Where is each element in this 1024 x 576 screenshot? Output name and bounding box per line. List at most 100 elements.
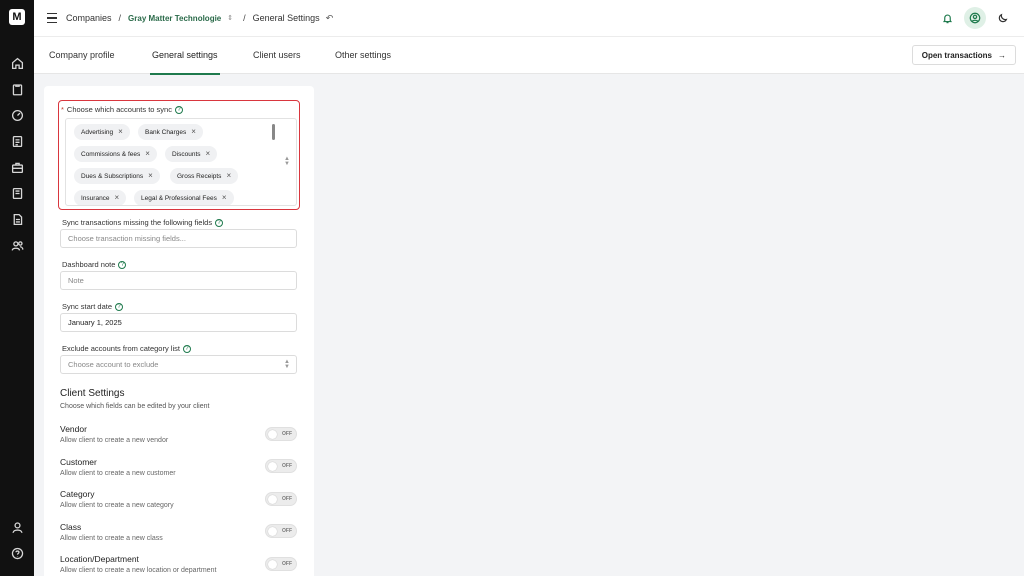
toggle-knob [268,462,277,471]
open-transactions-label: Open transactions [921,50,992,60]
select-chevron-icon[interactable]: ▲ ▼ [284,156,290,167]
dashboard-note-label: Dashboard note ? [62,260,127,269]
select-chevron-icon: ▲ ▼ [284,359,290,370]
client-settings-subtitle: Choose which fields can be edited by you… [60,403,210,410]
help-circle-icon[interactable]: ? [115,302,124,311]
tab-client-users[interactable]: Client users [253,37,301,74]
chip-label: Advertising [81,128,114,136]
chip-label: Commissions & fees [81,150,141,158]
setting-location-title: Location/Department [60,554,139,564]
breadcrumb-separator: / [118,13,122,23]
chip-remove-icon[interactable]: × [115,194,120,202]
tab-company-profile[interactable]: Company profile [49,37,115,74]
sync-accounts-label: * Choose which accounts to sync ? [61,105,183,114]
breadcrumb-company[interactable]: Gray Matter Technologie [128,14,221,23]
report-icon[interactable] [10,134,24,148]
file-list-icon[interactable] [10,212,24,226]
scrollbar-thumb[interactable] [272,124,275,140]
missing-fields-select[interactable]: Choose transaction missing fields... [60,229,297,248]
toggle-knob [268,430,277,439]
chip-label: Insurance [81,194,110,202]
left-sidebar: M [0,0,34,576]
breadcrumb-separator: / [243,13,246,23]
home-icon[interactable] [10,56,24,70]
help-circle-icon[interactable]: ? [174,105,183,114]
briefcase-icon[interactable] [10,160,24,174]
account-chip: Discounts × [165,146,218,162]
tab-general-settings[interactable]: General settings [150,37,220,75]
dashboard-note-input[interactable]: Note [60,271,297,290]
account-chip: Commissions & fees × [74,146,157,162]
clipboard-icon[interactable] [10,82,24,96]
chip-remove-icon[interactable]: × [148,172,153,180]
chip-remove-icon[interactable]: × [118,128,123,136]
toggle-off-label: OFF [282,496,292,502]
account-chip: Advertising × [74,124,130,140]
help-circle-icon[interactable]: ? [182,344,191,353]
breadcrumb-companies[interactable]: Companies [66,13,112,23]
company-switcher-icon[interactable]: ⇕ [227,14,233,22]
category-toggle[interactable]: OFF [265,492,297,506]
app-logo[interactable]: M [9,9,25,25]
class-toggle[interactable]: OFF [265,524,297,538]
account-chip: Gross Receipts × [170,168,239,184]
chip-remove-icon[interactable]: × [145,150,150,158]
client-settings-title: Client Settings [60,388,125,399]
chip-remove-icon[interactable]: × [191,128,196,136]
setting-customer-title: Customer [60,457,97,467]
toggle-knob [268,560,277,569]
settings-tabs: Company profile General settings Client … [34,37,1024,75]
account-chip: Dues & Subscriptions × [74,168,160,184]
toggle-knob [268,527,277,536]
chip-label: Dues & Subscriptions [81,172,144,180]
breadcrumb-current-page: General Settings [252,13,320,23]
help-circle-icon[interactable]: ? [215,218,224,227]
help-icon[interactable] [10,546,24,560]
sync-start-date-label-text: Sync start date [62,302,113,311]
toggle-knob [268,495,277,504]
setting-class-title: Class [60,522,82,532]
customer-toggle[interactable]: OFF [265,459,297,473]
notification-bell-icon[interactable] [936,7,958,29]
setting-category-title: Category [60,489,95,499]
sync-start-date-input[interactable]: January 1, 2025 [60,313,297,332]
users-icon[interactable] [10,238,24,252]
vendor-toggle[interactable]: OFF [265,427,297,441]
account-chip: Bank Charges × [138,124,203,140]
document-icon[interactable] [10,186,24,200]
sync-accounts-multiselect[interactable]: Advertising × Bank Charges × Commissions &… [65,118,297,206]
profile-avatar-icon[interactable] [964,7,986,29]
dark-mode-moon-icon[interactable] [992,7,1014,29]
top-header: Companies / Gray Matter Technologie ⇕ / … [34,0,1024,37]
setting-location-desc: Allow client to create a new location or… [60,567,217,574]
missing-fields-label-text: Sync transactions missing the following … [62,218,213,227]
menu-icon[interactable] [47,13,57,23]
account-chip: Insurance × [74,190,127,205]
tab-other-settings[interactable]: Other settings [335,37,391,74]
open-transactions-button[interactable]: Open transactions → [911,45,1016,65]
location-toggle[interactable]: OFF [265,557,297,571]
exclude-accounts-label: Exclude accounts from category list ? [62,344,191,353]
toggle-off-label: OFF [282,561,292,567]
general-settings-card: * Choose which accounts to sync ? Advert… [44,86,314,576]
chip-remove-icon[interactable]: × [226,172,231,180]
chip-remove-icon[interactable]: × [206,150,211,158]
sync-accounts-label-text: Choose which accounts to sync [66,105,172,114]
setting-category-desc: Allow client to create a new category [60,502,174,509]
back-arrow-icon[interactable]: ↶ [326,13,334,24]
chip-remove-icon[interactable]: × [222,194,227,202]
arrow-right-icon: → [998,50,1006,60]
setting-vendor-desc: Allow client to create a new vendor [60,437,169,444]
sync-accounts-field: * Choose which accounts to sync ? Advert… [58,100,300,210]
setting-class-desc: Allow client to create a new class [60,535,163,542]
toggle-off-label: OFF [282,528,292,534]
missing-fields-label: Sync transactions missing the following … [62,218,224,227]
chip-label: Gross Receipts [177,172,222,180]
user-icon[interactable] [10,520,24,534]
required-asterisk: * [61,105,64,114]
help-circle-icon[interactable]: ? [118,260,127,269]
gauge-icon[interactable] [10,108,24,122]
toggle-off-label: OFF [282,431,292,437]
exclude-accounts-select[interactable]: Choose account to exclude ▲ ▼ [60,355,297,374]
dashboard-note-label-text: Dashboard note [62,260,116,269]
